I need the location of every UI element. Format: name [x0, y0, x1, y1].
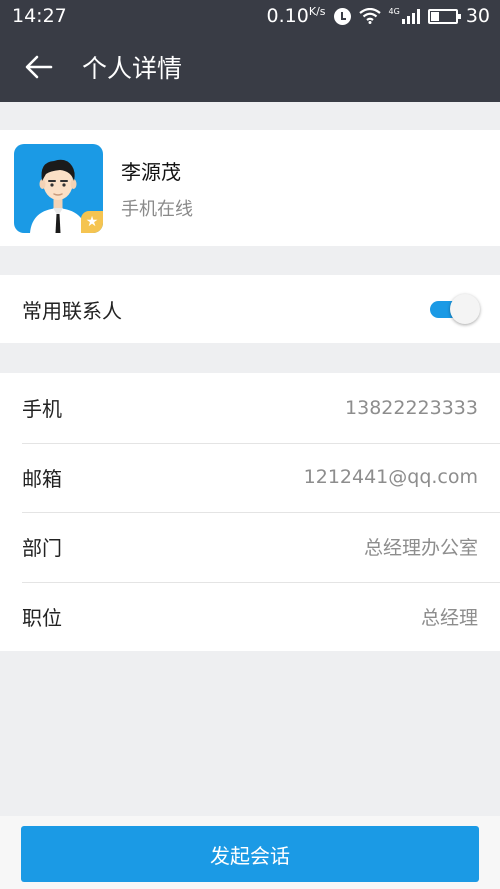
battery-icon: [427, 8, 461, 24]
status-icons: 0.10K/s 4G 30: [267, 5, 490, 27]
network-type: 4G: [388, 7, 400, 16]
alarm-icon: [333, 7, 351, 25]
detail-row-email[interactable]: 邮箱 1212441@qq.com: [0, 442, 500, 513]
detail-value: 13822223333: [345, 396, 478, 419]
star-icon: ★: [81, 210, 103, 233]
status-bar: 14:27 0.10K/s 4G 30: [0, 0, 500, 32]
bottom-action-bar: 发起会话: [0, 816, 500, 889]
toolbar: 个人详情: [0, 32, 500, 102]
detail-value: 总经理办公室: [363, 537, 478, 560]
detail-label: 手机: [22, 397, 62, 422]
detail-label: 邮箱: [22, 466, 62, 491]
network-speed-value: 0.10: [266, 5, 309, 27]
favorite-contact-label: 常用联系人: [22, 298, 122, 323]
network-speed-unit: K/s: [308, 5, 326, 18]
detail-value: 总经理: [420, 606, 478, 629]
detail-row-position: 职位 总经理: [0, 581, 500, 652]
status-time: 14:27: [12, 5, 67, 27]
profile-card[interactable]: ★ 李源茂 手机在线: [0, 130, 500, 246]
profile-info: 李源茂 手机在线: [121, 156, 193, 221]
favorite-contact-toggle[interactable]: [430, 294, 480, 324]
detail-label: 职位: [22, 605, 62, 630]
signal-icon: [401, 8, 420, 24]
wifi-icon: [358, 8, 381, 24]
battery-level: 30: [465, 5, 490, 27]
page-title: 个人详情: [82, 54, 183, 83]
contact-details-list: 手机 13822223333 邮箱 1212441@qq.com 部门 总经理办…: [0, 373, 500, 651]
contact-name: 李源茂: [121, 159, 181, 184]
detail-label: 部门: [22, 536, 62, 561]
network-speed: 0.10K/s: [267, 5, 326, 27]
avatar[interactable]: ★: [14, 143, 103, 233]
battery-fill: [430, 11, 439, 21]
detail-row-department: 部门 总经理办公室: [0, 512, 500, 582]
start-chat-button[interactable]: 发起会话: [21, 826, 479, 882]
favorite-contact-row: 常用联系人: [0, 275, 500, 343]
toggle-thumb[interactable]: [450, 294, 480, 324]
arrow-left-icon[interactable]: [22, 50, 56, 84]
detail-value: 1212441@qq.com: [303, 466, 478, 489]
detail-row-phone[interactable]: 手机 13822223333: [0, 373, 500, 443]
online-status: 手机在线: [121, 198, 193, 220]
